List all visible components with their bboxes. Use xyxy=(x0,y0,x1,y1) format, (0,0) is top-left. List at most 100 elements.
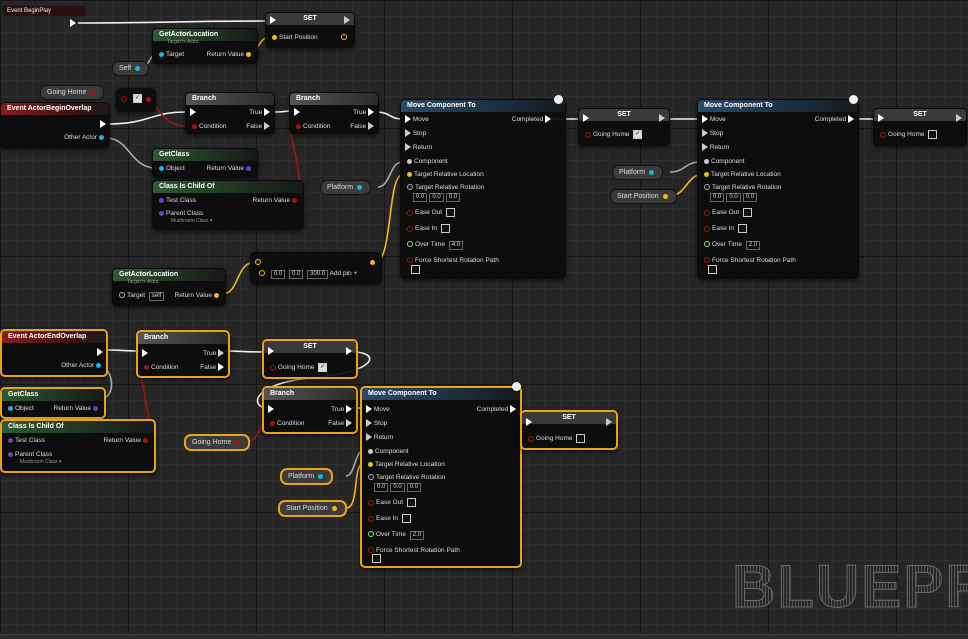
going-home-set-pin[interactable]: Going Home ✓ xyxy=(268,363,328,372)
set-exec-in[interactable] xyxy=(878,114,884,123)
set-exec-in[interactable] xyxy=(583,114,589,123)
ease-in-pin[interactable]: Ease In xyxy=(366,514,411,523)
return-exec-pin[interactable]: Return xyxy=(405,143,432,152)
test-class-pin[interactable]: Test Class xyxy=(157,196,196,205)
branch-exec-in[interactable] xyxy=(142,349,148,358)
over-time-pin[interactable]: Over Time 4.0 xyxy=(405,240,464,250)
set-going-home-node-1[interactable]: SET Going Home ✓ xyxy=(578,108,670,146)
set-start-position-node[interactable]: SET Start Position xyxy=(265,12,355,48)
branch-node-1[interactable]: Branch True Condition False xyxy=(185,92,275,134)
component-pin[interactable]: Component xyxy=(702,157,745,166)
stop-exec-pin[interactable]: Stop xyxy=(702,129,723,138)
platform-var-node-3[interactable]: Platform xyxy=(280,468,334,485)
vector-x-field[interactable]: 0.0 xyxy=(270,270,286,279)
component-pin[interactable]: Component xyxy=(366,447,409,456)
branch-false-pin[interactable]: False xyxy=(200,363,224,372)
over-time-pin[interactable]: Over Time 2.0 xyxy=(366,530,425,540)
vector-add-in-a[interactable] xyxy=(253,258,263,267)
ease-out-pin[interactable]: Ease Out xyxy=(702,208,752,217)
branch-false-pin[interactable]: False xyxy=(350,122,374,131)
branch-true-pin[interactable]: True xyxy=(331,405,352,414)
parent-class-dropdown[interactable]: Mushroom Class ▾ xyxy=(171,217,212,226)
branch-condition-pin[interactable]: Condition xyxy=(294,122,330,131)
branch-exec-in[interactable] xyxy=(294,108,300,117)
bool-return-pin[interactable]: Return Value xyxy=(104,436,150,445)
going-home-set-pin[interactable]: Going Home ✓ xyxy=(583,130,643,139)
class-return-pin[interactable]: Return Value xyxy=(54,404,100,413)
ease-out-checkbox[interactable] xyxy=(406,498,416,507)
rot-z-field[interactable]: 0.0 xyxy=(445,193,461,202)
rotation-fields[interactable]: 0.0 0.0 0.0 xyxy=(411,192,461,202)
set-exec-out[interactable] xyxy=(344,16,350,25)
move-component-to-node-1[interactable]: Move Component To Move Completed Stop Re… xyxy=(400,99,566,279)
not-input-pin[interactable] xyxy=(119,95,129,104)
begin-play-exec-pin[interactable] xyxy=(70,19,76,28)
over-time-field[interactable]: 4.0 xyxy=(448,241,464,250)
going-home-set-pin[interactable]: Going Home xyxy=(878,130,938,139)
ease-in-checkbox[interactable] xyxy=(440,224,450,233)
force-shortest-pin[interactable]: Force Shortest Rotation Path xyxy=(405,256,499,265)
branch-condition-pin[interactable]: Condition xyxy=(190,122,226,131)
start-position-var-node[interactable]: Start Position xyxy=(610,189,677,204)
branch-node-4[interactable]: Branch True Condition False xyxy=(262,386,358,434)
component-pin[interactable]: Component xyxy=(405,157,448,166)
rot-x-field[interactable]: 0.0 xyxy=(374,483,389,492)
start-position-out-pin[interactable] xyxy=(339,33,349,42)
branch-exec-in[interactable] xyxy=(190,108,196,117)
going-home-var-node[interactable]: Going Home xyxy=(40,85,105,100)
branch-condition-pin[interactable]: Condition xyxy=(268,419,304,428)
end-overlap-exec-out[interactable] xyxy=(97,348,103,357)
event-actor-end-overlap-node[interactable]: Event ActorEndOverlap Other Actor xyxy=(0,329,108,377)
completed-exec-pin[interactable]: Completed xyxy=(477,405,516,414)
target-relative-location-pin[interactable]: Target Relative Location xyxy=(405,170,484,179)
branch-false-pin[interactable]: False xyxy=(328,419,352,428)
target-pin[interactable]: Target self xyxy=(117,291,165,301)
rotation-fields[interactable]: 0.0 0.0 0.0 xyxy=(372,482,422,492)
going-home-checkbox[interactable] xyxy=(576,434,586,443)
rot-z-field[interactable]: 0.0 xyxy=(742,193,758,202)
over-time-field[interactable]: 2.0 xyxy=(745,241,761,250)
class-return-pin[interactable]: Return Value xyxy=(207,164,253,173)
target-relative-rotation-pin[interactable]: Target Relative Rotation xyxy=(405,183,484,192)
move-exec-pin[interactable]: Move xyxy=(366,405,390,414)
get-actor-location-node[interactable]: GetActorLocation Target is Actor Target … xyxy=(152,28,258,64)
branch-node-2[interactable]: Branch True Condition False xyxy=(289,92,379,134)
branch-node-3[interactable]: Branch True Condition False xyxy=(136,330,230,378)
vector-add-out[interactable] xyxy=(368,258,377,267)
event-actor-begin-overlap-node[interactable]: Event ActorBeginOverlap Other Actor xyxy=(0,102,110,148)
add-pin-label[interactable]: Add pin xyxy=(330,270,352,277)
branch-false-pin[interactable]: False xyxy=(246,122,270,131)
get-class-node-1[interactable]: GetClass Object Return Value xyxy=(152,148,258,178)
ease-out-pin[interactable]: Ease Out xyxy=(405,208,455,217)
ease-in-checkbox[interactable] xyxy=(737,224,747,233)
event-begin-play-tab[interactable]: Event BeginPlay xyxy=(2,5,86,17)
going-home-checkbox[interactable]: ✓ xyxy=(318,363,328,372)
return-exec-pin[interactable]: Return xyxy=(366,433,393,442)
over-time-field[interactable]: 2.0 xyxy=(409,531,425,540)
move-component-to-node-2[interactable]: Move Component To Move Completed Stop Re… xyxy=(697,99,859,279)
rot-z-field[interactable]: 0.0 xyxy=(406,483,422,492)
branch-true-pin[interactable]: True xyxy=(249,108,270,117)
get-class-node-2[interactable]: GetClass Object Return Value xyxy=(0,387,106,419)
object-pin[interactable]: Object xyxy=(157,164,185,173)
rot-y-field[interactable]: 0.0 xyxy=(429,193,444,202)
rot-x-field[interactable]: 0.0 xyxy=(710,193,725,202)
return-exec-pin[interactable]: Return xyxy=(702,143,729,152)
vector-y-field[interactable]: 0.0 xyxy=(288,270,304,279)
platform-var-node[interactable]: Platform xyxy=(320,180,372,195)
ease-out-checkbox[interactable] xyxy=(445,208,455,217)
object-pin[interactable]: Object xyxy=(6,404,34,413)
get-actor-location-node-2[interactable]: GetActorLocation Target is Actor Target … xyxy=(112,268,226,306)
set-exec-out[interactable] xyxy=(606,418,612,427)
branch-exec-in[interactable] xyxy=(268,405,274,414)
self-node[interactable]: Self xyxy=(112,61,150,76)
set-exec-out[interactable] xyxy=(346,347,352,356)
move-exec-pin[interactable]: Move xyxy=(405,115,429,124)
move-component-to-node-3[interactable]: Move Component To Move Completed Stop Re… xyxy=(360,386,522,568)
not-checkbox[interactable]: ✓ xyxy=(131,94,142,103)
begin-overlap-exec-out[interactable] xyxy=(100,120,106,129)
vector-add-node[interactable]: 0.0 0.0 300.0 Add pin + xyxy=(250,252,382,284)
other-actor-pin[interactable]: Other Actor xyxy=(64,133,106,142)
vector-add-in-b[interactable]: 0.0 0.0 300.0 Add pin + xyxy=(257,269,357,279)
set-exec-out[interactable] xyxy=(659,114,665,123)
